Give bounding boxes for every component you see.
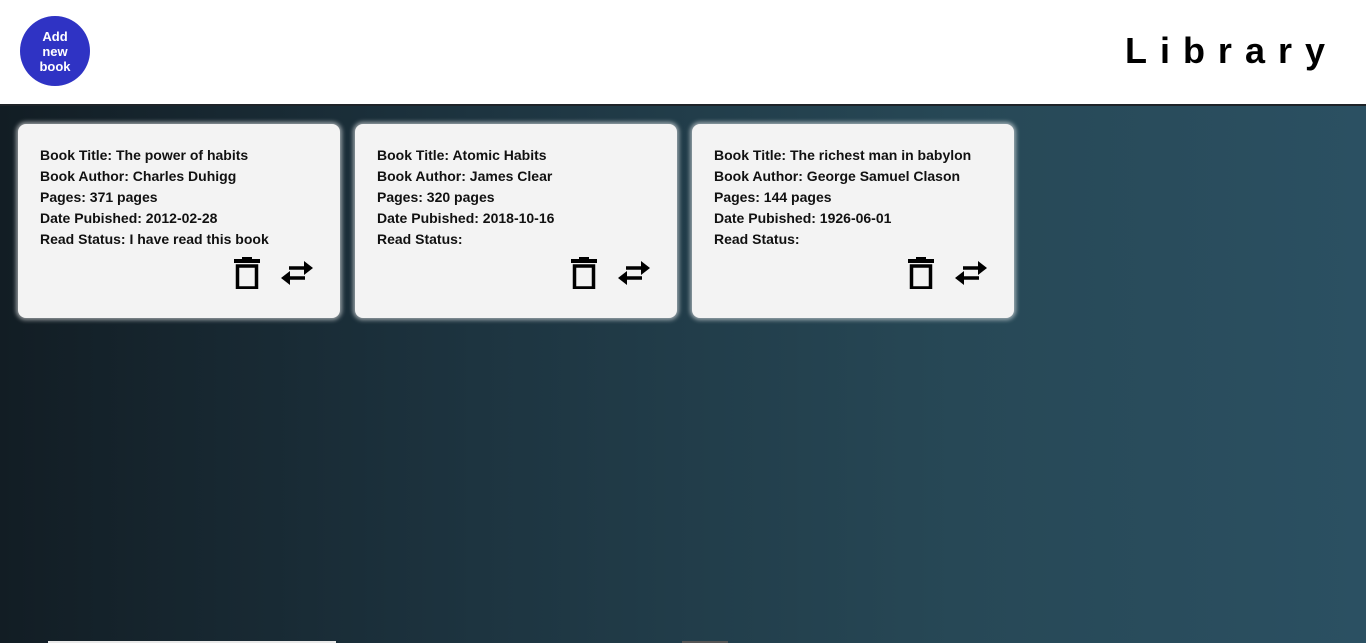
book-date-published: Date Pubished: 2018-10-16 — [377, 210, 555, 226]
book-title: Book Title: Atomic Habits — [377, 147, 547, 163]
book-title: Book Title: The richest man in babylon — [714, 147, 972, 163]
card-actions — [908, 257, 988, 289]
book-pages: Pages: 371 pages — [40, 189, 158, 205]
book-list: Book Title: The power of habits Book Aut… — [18, 124, 1014, 318]
book-date-published: Date Pubished: 2012-02-28 — [40, 210, 218, 226]
book-pages: Pages: 144 pages — [714, 189, 832, 205]
book-author: Book Author: James Clear — [377, 168, 553, 184]
card-actions — [571, 257, 651, 289]
book-pages: Pages: 320 pages — [377, 189, 495, 205]
trash-icon[interactable] — [234, 257, 260, 289]
book-title: Book Title: The power of habits — [40, 147, 249, 163]
swap-arrows-icon[interactable] — [954, 261, 988, 285]
swap-arrows-icon[interactable] — [280, 261, 314, 285]
swap-arrows-icon[interactable] — [617, 261, 651, 285]
book-read-status: Read Status: I have read this book — [40, 231, 269, 247]
book-card: Book Title: Atomic Habits Book Author: J… — [355, 124, 677, 318]
book-read-status: Read Status: — [714, 231, 800, 247]
book-card: Book Title: The power of habits Book Aut… — [18, 124, 340, 318]
trash-icon[interactable] — [908, 257, 934, 289]
app-header: Add new book Library — [0, 0, 1366, 106]
page-title: Library — [1124, 30, 1338, 71]
book-author: Book Author: George Samuel Clason — [714, 168, 961, 184]
add-new-book-button[interactable]: Add new book — [20, 16, 90, 86]
book-card: Book Title: The richest man in babylon B… — [692, 124, 1014, 318]
book-author: Book Author: Charles Duhigg — [40, 168, 237, 184]
card-actions — [234, 257, 314, 289]
book-read-status: Read Status: — [377, 231, 463, 247]
trash-icon[interactable] — [571, 257, 597, 289]
book-date-published: Date Pubished: 1926-06-01 — [714, 210, 892, 226]
